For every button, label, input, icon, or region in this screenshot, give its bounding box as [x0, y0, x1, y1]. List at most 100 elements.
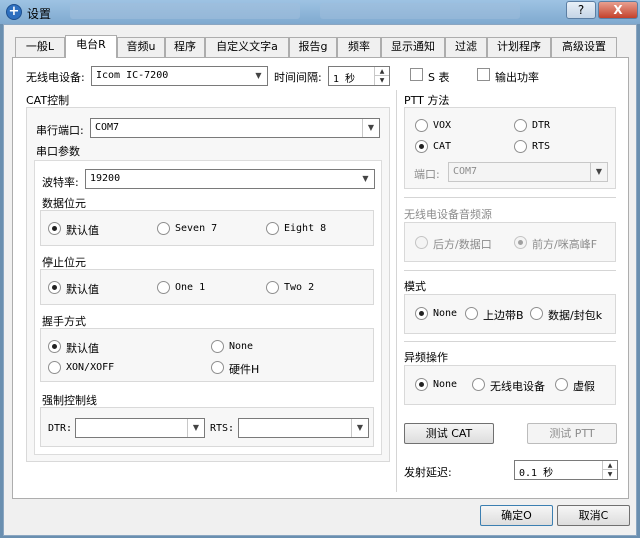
- split-none-radio[interactable]: [415, 378, 428, 391]
- data-bits-eight-label: Eight 8: [284, 223, 327, 234]
- separator: [404, 341, 616, 342]
- tab-scheduler[interactable]: 计划程序: [487, 37, 551, 57]
- chevron-down-icon: ▼: [362, 119, 379, 137]
- split-rig-radio[interactable]: [472, 378, 485, 391]
- handshake-xonxoff-radio[interactable]: [48, 361, 61, 374]
- ptt-cat-label: CAT: [433, 141, 452, 152]
- background-window-blur: [70, 3, 300, 19]
- serial-port-value: COM7: [95, 122, 120, 133]
- background-window-blur: [320, 3, 520, 19]
- test-ptt-button[interactable]: 测试 PTT: [527, 423, 617, 444]
- data-bits-seven-label: Seven 7: [175, 223, 218, 234]
- data-bits-default-radio[interactable]: [48, 222, 61, 235]
- mode-data-radio[interactable]: [530, 307, 543, 320]
- handshake-default-radio[interactable]: [48, 340, 61, 353]
- chevron-down-icon: ▼: [351, 419, 368, 437]
- baud-value: 19200: [90, 173, 121, 184]
- ok-button[interactable]: 确定O: [480, 505, 553, 526]
- serial-port-label: 串行端口:: [36, 124, 84, 137]
- spin-up-icon[interactable]: ▲: [374, 67, 389, 76]
- ptt-port-select[interactable]: COM7 ▼: [448, 162, 608, 182]
- chevron-down-icon: ▼: [187, 419, 204, 437]
- column-divider: [396, 90, 397, 492]
- interval-value: 1 秒: [333, 74, 356, 85]
- help-button[interactable]: ?: [566, 1, 596, 19]
- ptt-dtr-label: DTR: [532, 120, 551, 131]
- ptt-port-value: COM7: [453, 166, 478, 177]
- s-meter-label: S 表: [428, 71, 450, 84]
- mode-label: 模式: [404, 280, 426, 293]
- data-bits-default-label: 默认值: [66, 224, 99, 237]
- data-bits-seven-radio[interactable]: [157, 222, 170, 235]
- handshake-none-radio[interactable]: [211, 340, 224, 353]
- mode-usb-label: 上边带B: [483, 309, 524, 322]
- tab-audio[interactable]: 音频u: [117, 37, 165, 57]
- rig-select[interactable]: Icom IC-7200 ▼: [91, 66, 268, 86]
- tab-advanced[interactable]: 高级设置: [551, 37, 617, 57]
- separator: [404, 270, 616, 271]
- tab-notifications[interactable]: 显示通知: [381, 37, 445, 57]
- stop-bits-one-label: One 1: [175, 282, 206, 293]
- ptt-port-label: 端口:: [414, 168, 440, 181]
- handshake-hardware-radio[interactable]: [211, 361, 224, 374]
- ptt-vox-radio[interactable]: [415, 119, 428, 132]
- handshake-label: 握手方式: [42, 315, 86, 328]
- tx-delay-spinner[interactable]: 0.1 秒 ▲ ▼: [514, 460, 618, 480]
- tab-radio[interactable]: 电台R: [65, 35, 117, 58]
- rts-label: RTS:: [210, 423, 235, 434]
- split-label: 异频操作: [404, 351, 448, 364]
- cancel-button[interactable]: 取消C: [557, 505, 630, 526]
- handshake-none-label: None: [229, 341, 254, 352]
- spin-up-icon[interactable]: ▲: [602, 461, 617, 470]
- tab-report[interactable]: 报告g: [289, 37, 337, 57]
- ptt-dtr-radio[interactable]: [514, 119, 527, 132]
- dtr-select[interactable]: ▼: [75, 418, 205, 438]
- close-button[interactable]: X: [598, 1, 638, 19]
- window-title: 设置: [27, 7, 52, 21]
- stop-bits-one-radio[interactable]: [157, 281, 170, 294]
- stop-bits-label: 停止位元: [42, 256, 86, 269]
- mode-usb-radio[interactable]: [465, 307, 478, 320]
- baud-label: 波特率:: [42, 176, 79, 189]
- split-fake-label: 虚假: [573, 380, 595, 393]
- cat-group-label: CAT控制: [26, 94, 70, 107]
- tab-general[interactable]: 一般L: [15, 37, 65, 57]
- tab-programs[interactable]: 程序: [165, 37, 205, 57]
- tab-custom-text[interactable]: 自定义文字a: [205, 37, 289, 57]
- split-rig-label: 无线电设备: [490, 380, 545, 393]
- s-meter-checkbox[interactable]: [410, 68, 423, 81]
- chevron-down-icon: ▼: [362, 174, 369, 183]
- rts-select[interactable]: ▼: [238, 418, 369, 438]
- ptt-group-label: PTT 方法: [404, 94, 450, 107]
- spin-down-icon[interactable]: ▼: [602, 470, 617, 479]
- interval-label: 时间间隔:: [274, 71, 322, 84]
- handshake-xonxoff-label: XON/XOFF: [66, 362, 115, 373]
- audio-front-radio[interactable]: [514, 236, 527, 249]
- test-cat-button[interactable]: 测试 CAT: [404, 423, 494, 444]
- tab-frequency[interactable]: 频率: [337, 37, 381, 57]
- mode-none-label: None: [433, 308, 458, 319]
- mode-none-radio[interactable]: [415, 307, 428, 320]
- audio-rear-radio[interactable]: [415, 236, 428, 249]
- ptt-cat-radio[interactable]: [415, 140, 428, 153]
- baud-select[interactable]: 19200 ▼: [85, 169, 375, 189]
- app-icon: +: [6, 4, 22, 20]
- chevron-down-icon: ▼: [255, 71, 262, 80]
- serial-params-label: 串口参数: [36, 145, 80, 158]
- stop-bits-two-radio[interactable]: [266, 281, 279, 294]
- data-bits-eight-radio[interactable]: [266, 222, 279, 235]
- stop-bits-two-label: Two 2: [284, 282, 315, 293]
- tx-delay-label: 发射延迟:: [404, 466, 452, 479]
- tab-filter[interactable]: 过滤: [445, 37, 487, 57]
- force-lines-label: 强制控制线: [42, 394, 97, 407]
- handshake-default-label: 默认值: [66, 342, 99, 355]
- serial-port-select[interactable]: COM7 ▼: [90, 118, 380, 138]
- spin-down-icon[interactable]: ▼: [374, 76, 389, 85]
- interval-spinner[interactable]: 1 秒 ▲ ▼: [328, 66, 390, 86]
- ptt-rts-radio[interactable]: [514, 140, 527, 153]
- output-power-checkbox[interactable]: [477, 68, 490, 81]
- stop-bits-default-radio[interactable]: [48, 281, 61, 294]
- split-none-label: None: [433, 379, 458, 390]
- tx-delay-value: 0.1 秒: [519, 468, 554, 479]
- split-fake-radio[interactable]: [555, 378, 568, 391]
